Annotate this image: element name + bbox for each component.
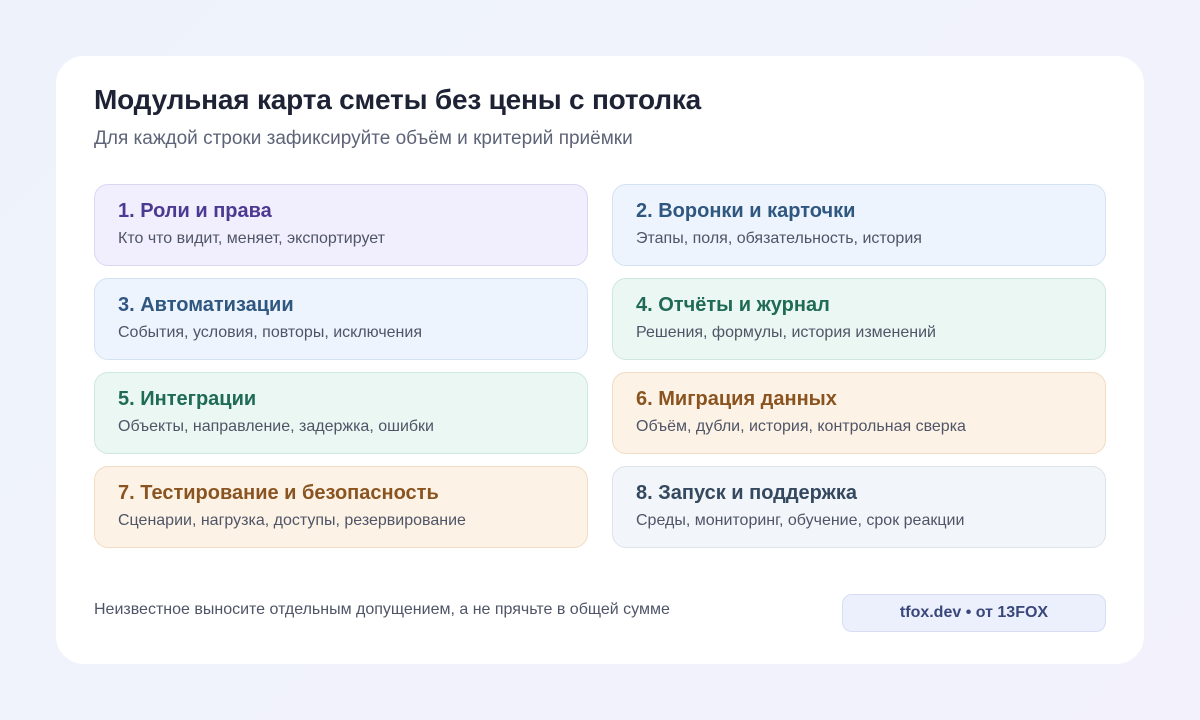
- module-description: Объекты, направление, задержка, ошибки: [118, 418, 434, 435]
- module-card-reports: 4. Отчёты и журнал Решения, формулы, ист…: [612, 278, 1106, 360]
- module-title: 4. Отчёты и журнал: [636, 294, 830, 316]
- brand-badge: tfox.dev • от 13FOX: [842, 594, 1106, 632]
- module-description: Этапы, поля, обязательность, история: [636, 230, 922, 247]
- module-description: Кто что видит, меняет, экспортирует: [118, 230, 385, 247]
- module-title: 6. Миграция данных: [636, 388, 837, 410]
- module-card-testing: 7. Тестирование и безопасность Сценарии,…: [94, 466, 588, 548]
- module-card-automations: 3. Автоматизации События, условия, повто…: [94, 278, 588, 360]
- module-card-roles: 1. Роли и права Кто что видит, меняет, э…: [94, 184, 588, 266]
- module-description: Объём, дубли, история, контрольная сверк…: [636, 418, 966, 435]
- module-grid: 1. Роли и права Кто что видит, меняет, э…: [94, 184, 1106, 548]
- module-title: 5. Интеграции: [118, 388, 257, 410]
- module-card-launch: 8. Запуск и поддержка Среды, мониторинг,…: [612, 466, 1106, 548]
- content-card: Модульная карта сметы без цены с потолка…: [56, 56, 1144, 664]
- module-title: 3. Автоматизации: [118, 294, 294, 316]
- module-description: Решения, формулы, история изменений: [636, 324, 936, 341]
- module-title: 8. Запуск и поддержка: [636, 482, 857, 504]
- page-title: Модульная карта сметы без цены с потолка: [94, 84, 702, 115]
- module-card-migration: 6. Миграция данных Объём, дубли, история…: [612, 372, 1106, 454]
- page-subtitle: Для каждой строки зафиксируйте объём и к…: [94, 128, 633, 149]
- module-description: Среды, мониторинг, обучение, срок реакци…: [636, 512, 965, 529]
- module-card-integrations: 5. Интеграции Объекты, направление, заде…: [94, 372, 588, 454]
- module-title: 1. Роли и права: [118, 200, 272, 222]
- module-title: 2. Воронки и карточки: [636, 200, 856, 222]
- footer-note: Неизвестное выносите отдельным допущение…: [94, 601, 670, 618]
- module-title: 7. Тестирование и безопасность: [118, 482, 439, 504]
- module-description: Сценарии, нагрузка, доступы, резервирова…: [118, 512, 466, 529]
- module-description: События, условия, повторы, исключения: [118, 324, 422, 341]
- module-card-funnels: 2. Воронки и карточки Этапы, поля, обяза…: [612, 184, 1106, 266]
